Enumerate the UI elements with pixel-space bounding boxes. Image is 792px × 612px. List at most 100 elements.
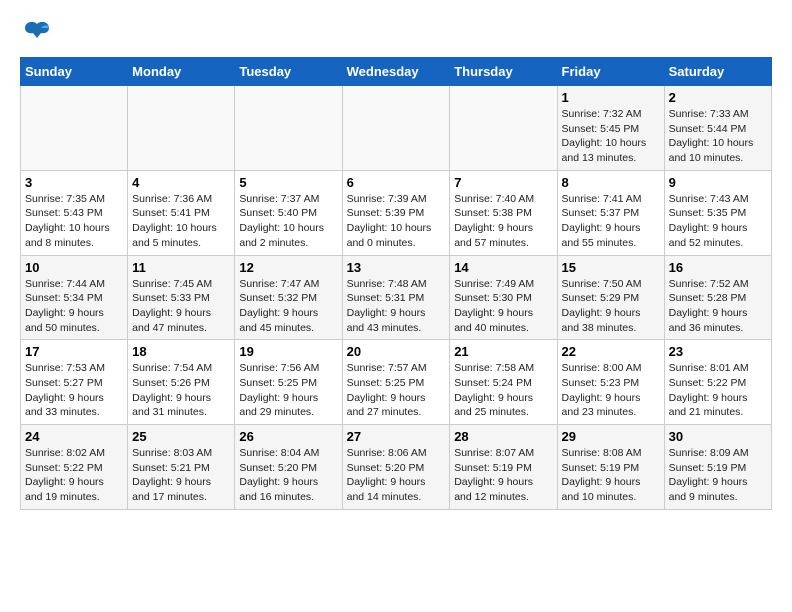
calendar-cell [21, 86, 128, 171]
day-number: 29 [562, 429, 660, 444]
calendar-cell: 14 Sunrise: 7:49 AM Sunset: 5:30 PM Dayli… [450, 255, 557, 340]
calendar-table: SundayMondayTuesdayWednesdayThursdayFrid… [20, 57, 772, 510]
day-info: Sunrise: 8:02 AM Sunset: 5:22 PM Dayligh… [25, 446, 123, 505]
weekday-header-saturday: Saturday [664, 58, 771, 86]
day-info: Sunrise: 7:50 AM Sunset: 5:29 PM Dayligh… [562, 277, 660, 336]
day-info: Sunrise: 8:00 AM Sunset: 5:23 PM Dayligh… [562, 361, 660, 420]
day-info: Sunrise: 7:33 AM Sunset: 5:44 PM Dayligh… [669, 107, 767, 166]
day-number: 17 [25, 344, 123, 359]
weekday-header-tuesday: Tuesday [235, 58, 342, 86]
calendar-cell: 13 Sunrise: 7:48 AM Sunset: 5:31 PM Dayli… [342, 255, 450, 340]
day-number: 14 [454, 260, 552, 275]
calendar-cell: 21Sunrise: 7:58 AM Sunset: 5:24 PM Dayli… [450, 340, 557, 425]
day-info: Sunrise: 8:09 AM Sunset: 5:19 PM Dayligh… [669, 446, 767, 505]
calendar-cell: 20Sunrise: 7:57 AM Sunset: 5:25 PM Dayli… [342, 340, 450, 425]
day-number: 1 [562, 90, 660, 105]
day-number: 4 [132, 175, 230, 190]
day-number: 28 [454, 429, 552, 444]
day-info: Sunrise: 7:56 AM Sunset: 5:25 PM Dayligh… [239, 361, 337, 420]
day-info: Sunrise: 7:40 AM Sunset: 5:38 PM Dayligh… [454, 192, 552, 251]
day-number: 6 [347, 175, 446, 190]
day-number: 22 [562, 344, 660, 359]
day-info: Sunrise: 7:47 AM Sunset: 5:32 PM Dayligh… [239, 277, 337, 336]
calendar-cell: 19 Sunrise: 7:56 AM Sunset: 5:25 PM Dayli… [235, 340, 342, 425]
calendar-cell: 17 Sunrise: 7:53 AM Sunset: 5:27 PM Dayli… [21, 340, 128, 425]
day-info: Sunrise: 7:41 AM Sunset: 5:37 PM Dayligh… [562, 192, 660, 251]
day-number: 30 [669, 429, 767, 444]
day-number: 23 [669, 344, 767, 359]
calendar-cell: 1 Sunrise: 7:32 AM Sunset: 5:45 PM Daylig… [557, 86, 664, 171]
logo-bird-icon [23, 20, 51, 47]
calendar-cell [235, 86, 342, 171]
day-number: 21 [454, 344, 552, 359]
day-number: 3 [25, 175, 123, 190]
calendar-cell: 16 Sunrise: 7:52 AM Sunset: 5:28 PM Dayli… [664, 255, 771, 340]
day-info: Sunrise: 8:04 AM Sunset: 5:20 PM Dayligh… [239, 446, 337, 505]
day-number: 12 [239, 260, 337, 275]
calendar-cell: 11 Sunrise: 7:45 AM Sunset: 5:33 PM Dayli… [128, 255, 235, 340]
weekday-header-monday: Monday [128, 58, 235, 86]
day-number: 13 [347, 260, 446, 275]
calendar-cell: 12 Sunrise: 7:47 AM Sunset: 5:32 PM Dayli… [235, 255, 342, 340]
calendar-cell: 9 Sunrise: 7:43 AM Sunset: 5:35 PM Daylig… [664, 170, 771, 255]
calendar-cell: 28 Sunrise: 8:07 AM Sunset: 5:19 PM Dayli… [450, 425, 557, 510]
day-info: Sunrise: 8:07 AM Sunset: 5:19 PM Dayligh… [454, 446, 552, 505]
calendar-cell [450, 86, 557, 171]
calendar-cell: 22 Sunrise: 8:00 AM Sunset: 5:23 PM Dayli… [557, 340, 664, 425]
day-number: 9 [669, 175, 767, 190]
calendar-cell: 5 Sunrise: 7:37 AM Sunset: 5:40 PM Daylig… [235, 170, 342, 255]
calendar-cell: 30 Sunrise: 8:09 AM Sunset: 5:19 PM Dayli… [664, 425, 771, 510]
weekday-header-sunday: Sunday [21, 58, 128, 86]
day-info: Sunrise: 8:08 AM Sunset: 5:19 PM Dayligh… [562, 446, 660, 505]
logo [20, 20, 51, 47]
calendar-cell: 6 Sunrise: 7:39 AM Sunset: 5:39 PM Daylig… [342, 170, 450, 255]
calendar-cell: 10 Sunrise: 7:44 AM Sunset: 5:34 PM Dayli… [21, 255, 128, 340]
day-number: 5 [239, 175, 337, 190]
calendar-cell: 15 Sunrise: 7:50 AM Sunset: 5:29 PM Dayli… [557, 255, 664, 340]
weekday-header-friday: Friday [557, 58, 664, 86]
day-info: Sunrise: 7:43 AM Sunset: 5:35 PM Dayligh… [669, 192, 767, 251]
day-number: 15 [562, 260, 660, 275]
calendar-header: SundayMondayTuesdayWednesdayThursdayFrid… [21, 58, 772, 86]
day-info: Sunrise: 7:45 AM Sunset: 5:33 PM Dayligh… [132, 277, 230, 336]
calendar-cell: 2 Sunrise: 7:33 AM Sunset: 5:44 PM Daylig… [664, 86, 771, 171]
calendar-cell [342, 86, 450, 171]
day-info: Sunrise: 7:54 AM Sunset: 5:26 PM Dayligh… [132, 361, 230, 420]
calendar-cell [128, 86, 235, 171]
day-number: 16 [669, 260, 767, 275]
day-info: Sunrise: 7:49 AM Sunset: 5:30 PM Dayligh… [454, 277, 552, 336]
calendar-cell: 27Sunrise: 8:06 AM Sunset: 5:20 PM Dayli… [342, 425, 450, 510]
calendar-cell: 24 Sunrise: 8:02 AM Sunset: 5:22 PM Dayli… [21, 425, 128, 510]
calendar-cell: 4 Sunrise: 7:36 AM Sunset: 5:41 PM Daylig… [128, 170, 235, 255]
calendar-cell: 26 Sunrise: 8:04 AM Sunset: 5:20 PM Dayli… [235, 425, 342, 510]
calendar-cell: 8 Sunrise: 7:41 AM Sunset: 5:37 PM Daylig… [557, 170, 664, 255]
day-number: 18 [132, 344, 230, 359]
day-number: 19 [239, 344, 337, 359]
day-number: 7 [454, 175, 552, 190]
day-info: Sunrise: 7:52 AM Sunset: 5:28 PM Dayligh… [669, 277, 767, 336]
day-info: Sunrise: 7:48 AM Sunset: 5:31 PM Dayligh… [347, 277, 446, 336]
day-number: 2 [669, 90, 767, 105]
day-info: Sunrise: 7:32 AM Sunset: 5:45 PM Dayligh… [562, 107, 660, 166]
day-number: 24 [25, 429, 123, 444]
day-number: 26 [239, 429, 337, 444]
day-number: 20 [347, 344, 446, 359]
calendar-cell: 25 Sunrise: 8:03 AM Sunset: 5:21 PM Dayli… [128, 425, 235, 510]
day-number: 25 [132, 429, 230, 444]
day-info: Sunrise: 7:35 AM Sunset: 5:43 PM Dayligh… [25, 192, 123, 251]
day-info: Sunrise: 8:03 AM Sunset: 5:21 PM Dayligh… [132, 446, 230, 505]
calendar-cell: 18 Sunrise: 7:54 AM Sunset: 5:26 PM Dayli… [128, 340, 235, 425]
calendar-cell: 7 Sunrise: 7:40 AM Sunset: 5:38 PM Daylig… [450, 170, 557, 255]
day-number: 27 [347, 429, 446, 444]
weekday-header-thursday: Thursday [450, 58, 557, 86]
day-info: Sunrise: 7:37 AM Sunset: 5:40 PM Dayligh… [239, 192, 337, 251]
day-number: 10 [25, 260, 123, 275]
calendar-cell: 23Sunrise: 8:01 AM Sunset: 5:22 PM Dayli… [664, 340, 771, 425]
day-number: 11 [132, 260, 230, 275]
day-info: Sunrise: 7:44 AM Sunset: 5:34 PM Dayligh… [25, 277, 123, 336]
day-number: 8 [562, 175, 660, 190]
day-info: Sunrise: 7:39 AM Sunset: 5:39 PM Dayligh… [347, 192, 446, 251]
calendar-cell: 29 Sunrise: 8:08 AM Sunset: 5:19 PM Dayli… [557, 425, 664, 510]
day-info: Sunrise: 7:36 AM Sunset: 5:41 PM Dayligh… [132, 192, 230, 251]
day-info: Sunrise: 7:53 AM Sunset: 5:27 PM Dayligh… [25, 361, 123, 420]
